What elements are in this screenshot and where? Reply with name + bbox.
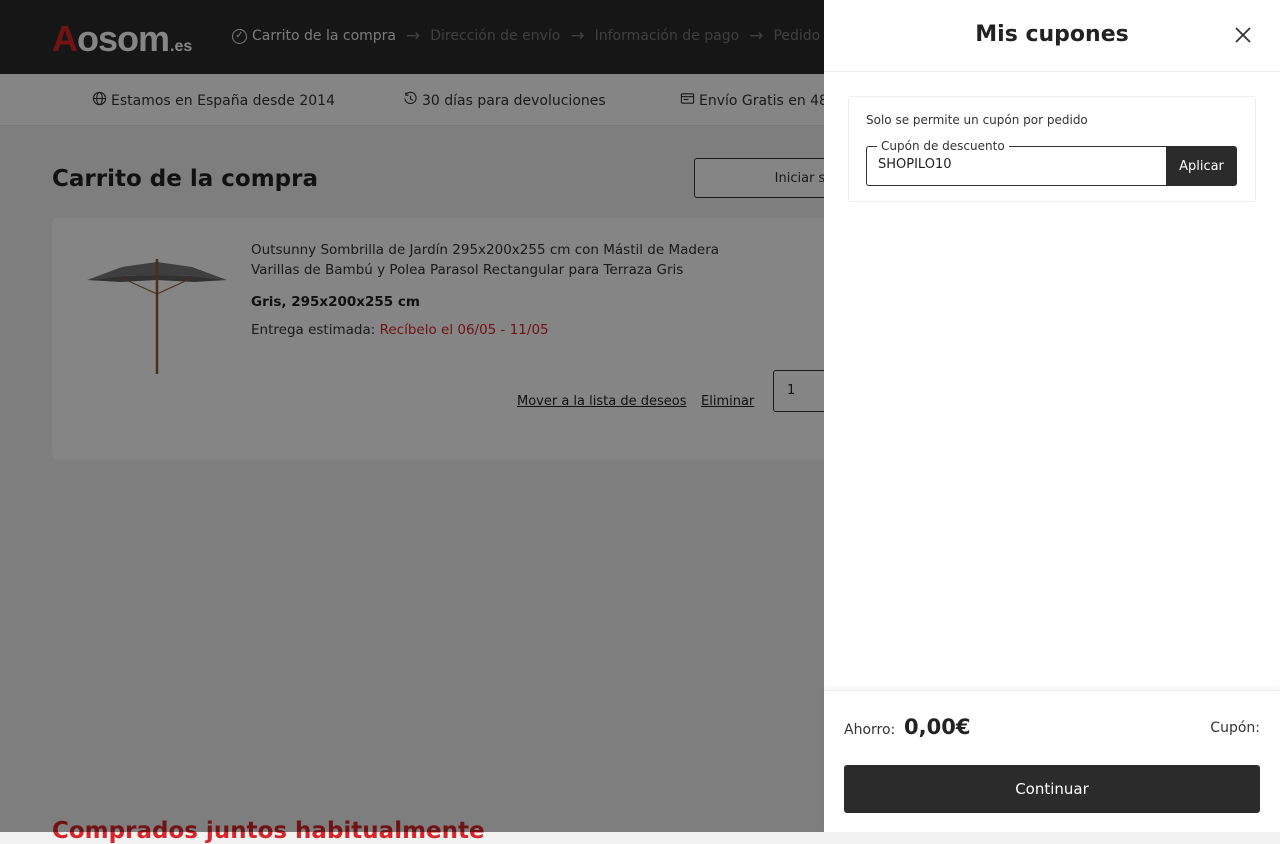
continue-button[interactable]: Continuar (844, 765, 1260, 813)
saving-value: 0,00€ (904, 715, 971, 739)
saving-label: Ahorro: (844, 722, 896, 738)
drawer-header: Mis cupones (824, 0, 1280, 72)
coupon-field-label: Cupón de descuento (877, 139, 1009, 153)
coupon-code-input[interactable] (878, 157, 1148, 172)
coupons-drawer: Mis cupones Solo se permite un cupón por… (824, 0, 1280, 832)
coupon-summary-label: Cupón: (1210, 720, 1260, 736)
coupon-note: Solo se permite un cupón por pedido (866, 113, 1088, 127)
drawer-footer: Ahorro: 0,00€ Cupón: Continuar (824, 690, 1280, 832)
coupon-form: Solo se permite un cupón por pedido Cupó… (848, 96, 1256, 202)
coupon-field: Cupón de descuento (866, 139, 1166, 186)
close-icon[interactable] (1232, 24, 1254, 46)
drawer-title: Mis cupones (975, 22, 1129, 47)
apply-coupon-button[interactable]: Aplicar (1166, 146, 1237, 186)
